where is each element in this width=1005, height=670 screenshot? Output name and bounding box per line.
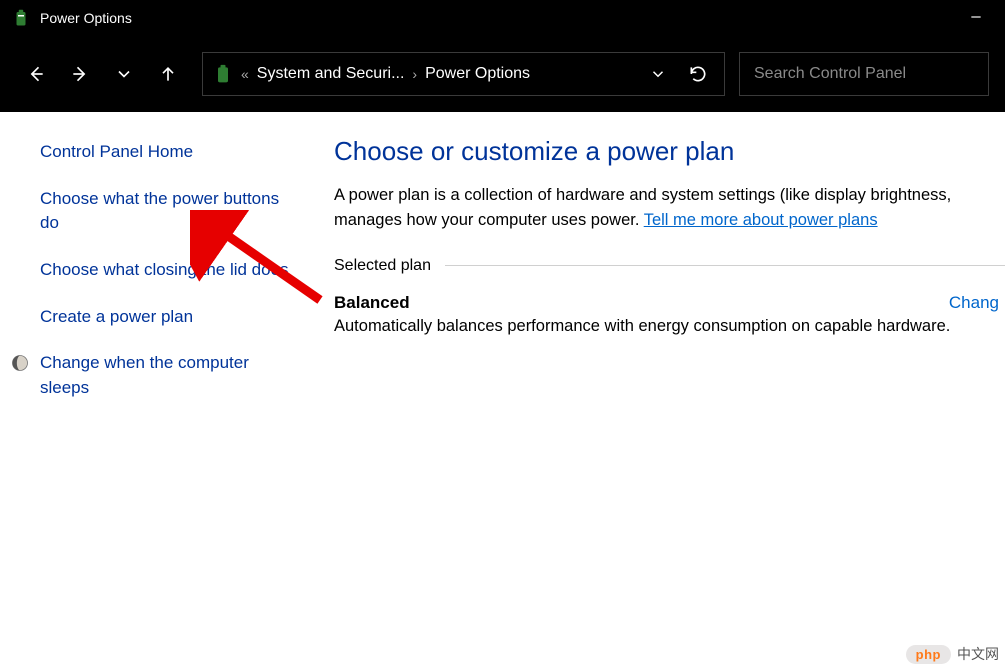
sidebar-link-power-buttons[interactable]: Choose what the power buttons do: [40, 187, 292, 236]
section-label: Selected plan: [334, 257, 431, 275]
search-placeholder: Search Control Panel: [754, 65, 906, 83]
sidebar-link-home[interactable]: Control Panel Home: [40, 140, 292, 165]
plan-name: Balanced: [334, 293, 410, 313]
breadcrumb-segment[interactable]: System and Securi...: [257, 65, 405, 83]
address-bar[interactable]: « System and Securi... › Power Options: [202, 52, 725, 96]
breadcrumb-segment[interactable]: Power Options: [425, 65, 530, 83]
forward-button[interactable]: [60, 52, 100, 96]
battery-icon: [12, 9, 30, 27]
title-bar: Power Options: [0, 0, 1005, 36]
plan-description: Automatically balances performance with …: [334, 317, 1005, 336]
search-input[interactable]: Search Control Panel: [739, 52, 989, 96]
recent-locations-button[interactable]: [104, 52, 144, 96]
learn-more-link[interactable]: Tell me more about power plans: [644, 211, 878, 229]
minimize-button[interactable]: [959, 8, 993, 29]
separator-line: [445, 265, 1005, 266]
page-heading: Choose or customize a power plan: [334, 136, 1005, 167]
change-plan-settings-link[interactable]: Chang: [949, 293, 999, 313]
sidebar-link-create-plan[interactable]: Create a power plan: [40, 305, 292, 330]
section-header: Selected plan: [334, 257, 1005, 275]
page-description: A power plan is a collection of hardware…: [334, 183, 1005, 233]
main-panel: Choose or customize a power plan A power…: [310, 112, 1005, 670]
battery-icon: [213, 64, 233, 84]
refresh-button[interactable]: [682, 64, 714, 84]
watermark: php 中文网: [906, 644, 999, 664]
back-button[interactable]: [16, 52, 56, 96]
watermark-text: 中文网: [957, 644, 999, 664]
sidebar-link-close-lid[interactable]: Choose what closing the lid does: [40, 258, 292, 283]
watermark-badge: php: [906, 645, 951, 664]
nav-bar: « System and Securi... › Power Options S…: [0, 36, 1005, 112]
content-area: Control Panel Home Choose what the power…: [0, 112, 1005, 670]
sidebar-link-sleep-settings[interactable]: Change when the computer sleeps: [40, 351, 292, 400]
chevron-right-icon: ›: [412, 66, 417, 82]
sidebar: Control Panel Home Choose what the power…: [0, 112, 310, 670]
plan-row: Balanced Chang: [334, 293, 1005, 313]
window-title: Power Options: [40, 10, 132, 26]
up-button[interactable]: [148, 52, 188, 96]
breadcrumb-overflow[interactable]: «: [241, 66, 249, 82]
address-dropdown-button[interactable]: [642, 65, 674, 83]
moon-icon: [10, 353, 30, 373]
